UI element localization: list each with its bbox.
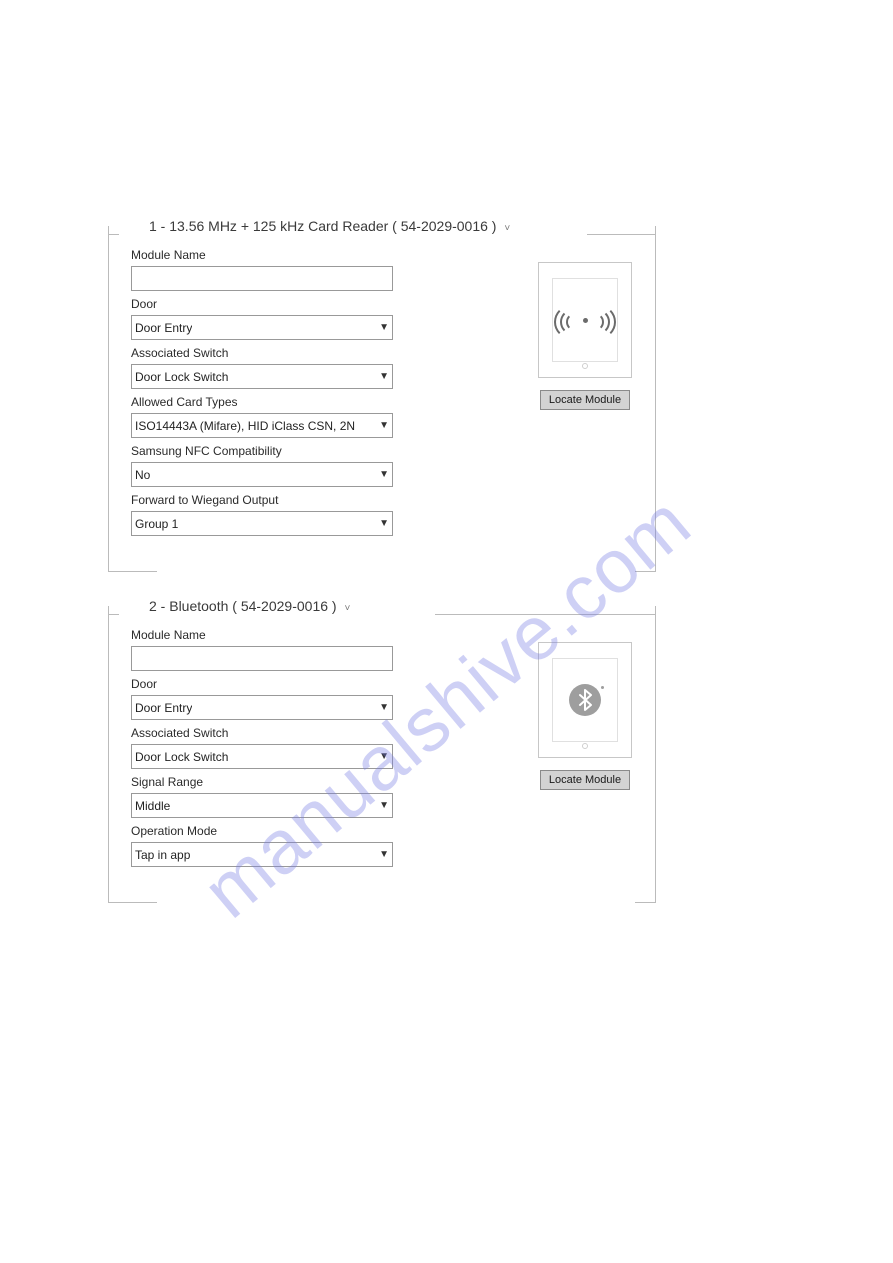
associated-switch-select[interactable]: Door Lock Switch ▼ — [131, 744, 393, 769]
module-stack: 1 - 13.56 MHz + 125 kHz Card Reader ( 54… — [108, 218, 656, 903]
field-label: Associated Switch — [131, 346, 387, 360]
module-preview-panel: Locate Module — [537, 262, 633, 410]
field-label: Operation Mode — [131, 824, 387, 838]
chevron-down-icon: ▼ — [379, 371, 389, 382]
field-door: Door Door Entry ▼ — [131, 677, 387, 720]
form-column: Module Name Door Door Entry ▼ Associated… — [131, 628, 387, 867]
field-samsung-nfc: Samsung NFC Compatibility No ▼ — [131, 444, 387, 487]
door-select[interactable]: Door Entry ▼ — [131, 695, 393, 720]
select-value: No — [135, 468, 150, 482]
field-associated-switch: Associated Switch Door Lock Switch ▼ — [131, 726, 387, 769]
device-frame — [538, 642, 632, 758]
field-label: Module Name — [131, 248, 387, 262]
field-module-name: Module Name — [131, 628, 387, 671]
field-label: Signal Range — [131, 775, 387, 789]
chevron-down-icon: ▼ — [379, 702, 389, 713]
field-label: Module Name — [131, 628, 387, 642]
module-preview-panel: Locate Module — [537, 642, 633, 790]
select-value: Door Entry — [135, 321, 192, 335]
module-name-input[interactable] — [131, 266, 393, 291]
select-value: Group 1 — [135, 517, 178, 531]
field-module-name: Module Name — [131, 248, 387, 291]
field-allowed-card-types: Allowed Card Types ISO14443A (Mifare), H… — [131, 395, 387, 438]
module-title-text: 1 - 13.56 MHz + 125 kHz Card Reader ( 54… — [149, 218, 496, 234]
nfc-icon — [563, 306, 607, 334]
module-bluetooth: 2 - Bluetooth ( 54-2029-0016 ) ˅ Module … — [108, 598, 656, 903]
signal-range-select[interactable]: Middle ▼ — [131, 793, 393, 818]
field-signal-range: Signal Range Middle ▼ — [131, 775, 387, 818]
module-card-reader: 1 - 13.56 MHz + 125 kHz Card Reader ( 54… — [108, 218, 656, 572]
chevron-down-icon: ▼ — [379, 518, 389, 529]
device-inner — [552, 278, 618, 362]
device-inner — [552, 658, 618, 742]
select-value: Door Entry — [135, 701, 192, 715]
form-column: Module Name Door Door Entry ▼ Associated… — [131, 248, 387, 536]
field-forward-wiegand: Forward to Wiegand Output Group 1 ▼ — [131, 493, 387, 536]
module-title[interactable]: 2 - Bluetooth ( 54-2029-0016 ) ˅ — [143, 598, 356, 614]
chevron-down-icon: ▼ — [379, 849, 389, 860]
chevron-down-icon: ▼ — [379, 420, 389, 431]
forward-wiegand-select[interactable]: Group 1 ▼ — [131, 511, 393, 536]
select-value: ISO14443A (Mifare), HID iClass CSN, 2N — [135, 419, 355, 433]
field-label: Samsung NFC Compatibility — [131, 444, 387, 458]
select-value: Door Lock Switch — [135, 370, 228, 384]
locate-module-button[interactable]: Locate Module — [540, 770, 630, 790]
select-value: Middle — [135, 799, 170, 813]
page: manualshive.com 1 - 13.56 MHz + 125 kHz … — [0, 0, 893, 1263]
chevron-down-icon: ˅ — [504, 223, 510, 234]
select-value: Door Lock Switch — [135, 750, 228, 764]
allowed-card-types-select[interactable]: ISO14443A (Mifare), HID iClass CSN, 2N ▼ — [131, 413, 393, 438]
associated-switch-select[interactable]: Door Lock Switch ▼ — [131, 364, 393, 389]
field-door: Door Door Entry ▼ — [131, 297, 387, 340]
door-select[interactable]: Door Entry ▼ — [131, 315, 393, 340]
select-value: Tap in app — [135, 848, 190, 862]
module-title-text: 2 - Bluetooth ( 54-2029-0016 ) — [149, 598, 337, 614]
field-label: Forward to Wiegand Output — [131, 493, 387, 507]
chevron-down-icon: ▼ — [379, 322, 389, 333]
field-label: Allowed Card Types — [131, 395, 387, 409]
bluetooth-icon — [569, 684, 601, 716]
chevron-down-icon: ▼ — [379, 469, 389, 480]
module-title[interactable]: 1 - 13.56 MHz + 125 kHz Card Reader ( 54… — [143, 218, 516, 234]
field-associated-switch: Associated Switch Door Lock Switch ▼ — [131, 346, 387, 389]
field-label: Door — [131, 297, 387, 311]
chevron-down-icon: ▼ — [379, 751, 389, 762]
samsung-nfc-select[interactable]: No ▼ — [131, 462, 393, 487]
locate-module-button[interactable]: Locate Module — [540, 390, 630, 410]
module-name-input[interactable] — [131, 646, 393, 671]
field-label: Associated Switch — [131, 726, 387, 740]
chevron-down-icon: ▼ — [379, 800, 389, 811]
device-frame — [538, 262, 632, 378]
field-operation-mode: Operation Mode Tap in app ▼ — [131, 824, 387, 867]
operation-mode-select[interactable]: Tap in app ▼ — [131, 842, 393, 867]
chevron-down-icon: ˅ — [344, 603, 350, 614]
field-label: Door — [131, 677, 387, 691]
